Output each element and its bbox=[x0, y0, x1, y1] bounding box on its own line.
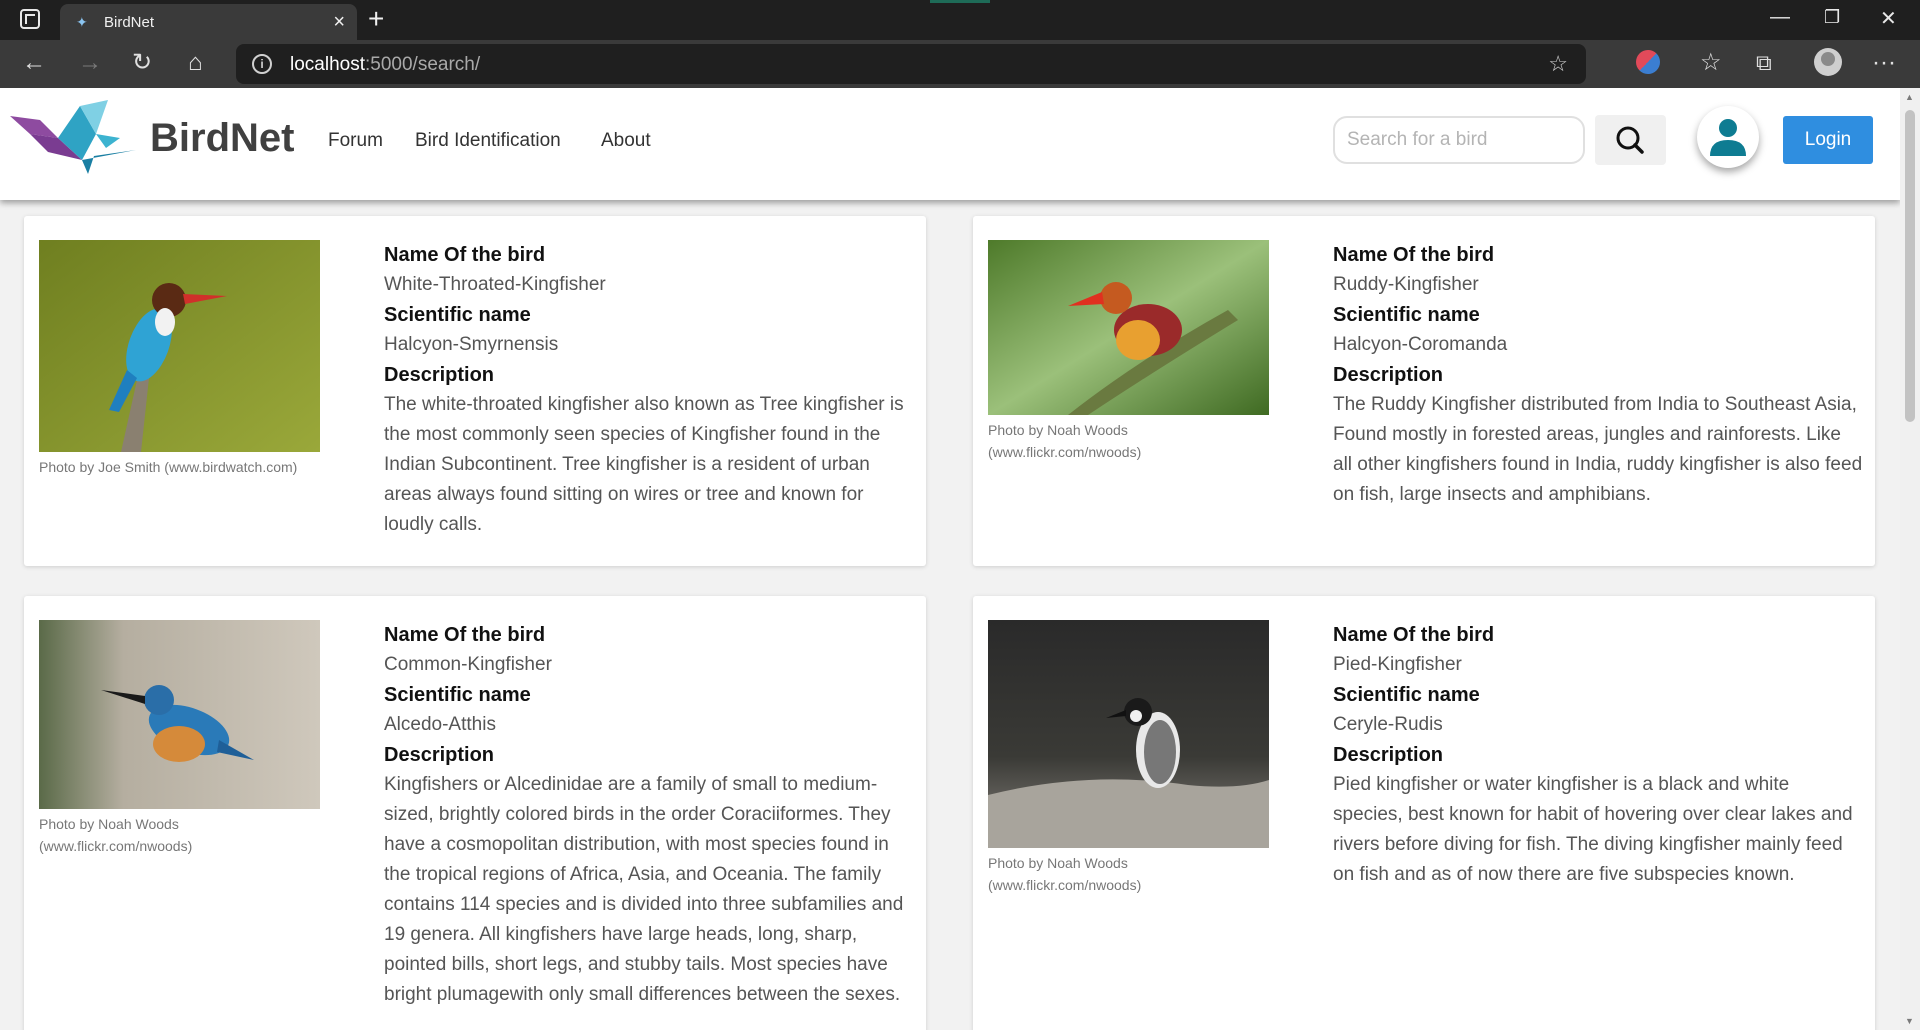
bird-card: Photo by Noah Woods (www.flickr.com/nwoo… bbox=[24, 596, 926, 1030]
scientific-label: Scientific name bbox=[1333, 304, 1480, 326]
user-profile-button[interactable] bbox=[1697, 106, 1759, 168]
name-label: Name Of the bird bbox=[1333, 624, 1495, 646]
browser-tab[interactable]: ✦ BirdNet × bbox=[60, 4, 357, 40]
name-label: Name Of the bird bbox=[384, 624, 546, 646]
bird-description: The white-throated kingfisher also known… bbox=[384, 394, 904, 535]
new-tab-icon[interactable]: + bbox=[368, 4, 384, 34]
tab-accent bbox=[930, 0, 990, 3]
bird-name: Pied-Kingfisher bbox=[1333, 654, 1462, 675]
bird-description: Pied kingfisher or water kingfisher is a… bbox=[1333, 774, 1853, 885]
user-icon bbox=[1710, 119, 1746, 156]
tab-actions-icon[interactable] bbox=[20, 9, 40, 29]
add-favorite-icon[interactable]: ☆ bbox=[1548, 51, 1568, 77]
scientific-label: Scientific name bbox=[384, 304, 531, 326]
nav-bird-identification[interactable]: Bird Identification bbox=[415, 130, 561, 152]
nav-about[interactable]: About bbox=[601, 130, 651, 152]
description-label: Description bbox=[384, 744, 495, 766]
photo-credit: Photo by Noah Woods (www.flickr.com/nwoo… bbox=[988, 422, 1142, 460]
refresh-icon[interactable]: ↻ bbox=[132, 48, 152, 78]
scientific-label: Scientific name bbox=[1333, 684, 1480, 706]
photo-credit: Photo by Noah Woods (www.flickr.com/nwoo… bbox=[988, 855, 1142, 893]
description-label: Description bbox=[1333, 364, 1444, 386]
bird-photo[interactable] bbox=[988, 620, 1269, 848]
site-info-icon[interactable]: i bbox=[252, 54, 272, 74]
close-window-icon[interactable]: ✕ bbox=[1880, 6, 1897, 31]
bird-card: Photo by Noah Woods (www.flickr.com/nwoo… bbox=[973, 216, 1875, 566]
page-viewport: BirdNet Forum Bird Identification About … bbox=[0, 88, 1900, 1030]
bird-description: The Ruddy Kingfisher distributed from In… bbox=[1333, 394, 1863, 505]
bird-card: Photo by Joe Smith (www.birdwatch.com) N… bbox=[24, 216, 926, 566]
favorites-icon[interactable]: ☆ bbox=[1700, 48, 1722, 78]
site-header: BirdNet Forum Bird Identification About … bbox=[0, 88, 1900, 200]
birdnet-logo-icon[interactable] bbox=[10, 98, 136, 174]
scroll-up-icon[interactable]: ▲ bbox=[1905, 92, 1914, 102]
nav-forum[interactable]: Forum bbox=[328, 130, 383, 152]
scroll-down-icon[interactable]: ▼ bbox=[1905, 1016, 1914, 1026]
bird-name: Ruddy-Kingfisher bbox=[1333, 274, 1479, 295]
bird-card: Photo by Noah Woods (www.flickr.com/nwoo… bbox=[973, 596, 1875, 1030]
url-host: localhost bbox=[290, 54, 365, 75]
description-label: Description bbox=[384, 364, 495, 386]
bird-name: White-Throated-Kingfisher bbox=[384, 274, 606, 295]
extension-icon[interactable] bbox=[1636, 50, 1660, 74]
search-button[interactable] bbox=[1595, 115, 1666, 165]
bird-photo[interactable] bbox=[988, 240, 1269, 415]
more-icon[interactable]: ··· bbox=[1872, 48, 1896, 78]
login-button[interactable]: Login bbox=[1783, 116, 1873, 164]
page-scrollbar[interactable]: ▲ ▼ bbox=[1900, 88, 1920, 1030]
scientific-name: Alcedo-Atthis bbox=[384, 714, 496, 735]
browser-toolbar: ← → ↻ ⌂ i localhost:5000/search/ ☆ ☆ ⧉ ·… bbox=[0, 40, 1920, 88]
minimize-icon[interactable]: — bbox=[1770, 6, 1790, 29]
scientific-name: Halcyon-Smyrnensis bbox=[384, 334, 559, 355]
bird-info: Name Of the bird White-Throated-Kingfish… bbox=[384, 240, 914, 540]
tab-title: BirdNet bbox=[104, 14, 155, 31]
home-icon[interactable]: ⌂ bbox=[188, 48, 203, 78]
collections-icon[interactable]: ⧉ bbox=[1756, 48, 1772, 78]
name-label: Name Of the bird bbox=[384, 244, 546, 266]
address-bar[interactable]: i localhost:5000/search/ ☆ bbox=[236, 44, 1586, 84]
search-input[interactable] bbox=[1333, 116, 1585, 164]
bird-info: Name Of the bird Common-Kingfisher Scien… bbox=[384, 620, 914, 1010]
back-icon[interactable]: ← bbox=[22, 48, 46, 78]
brand-name[interactable]: BirdNet bbox=[150, 116, 294, 161]
bird-name: Common-Kingfisher bbox=[384, 654, 552, 675]
bird-photo[interactable] bbox=[39, 240, 320, 452]
scientific-name: Ceryle-Rudis bbox=[1333, 714, 1443, 735]
browser-tabstrip: ✦ BirdNet × + — ❐ ✕ bbox=[0, 0, 1920, 40]
bird-info: Name Of the bird Pied-Kingfisher Scienti… bbox=[1333, 620, 1863, 890]
photo-credit: Photo by Noah Woods (www.flickr.com/nwoo… bbox=[39, 816, 193, 854]
name-label: Name Of the bird bbox=[1333, 244, 1495, 266]
search-icon bbox=[1616, 126, 1644, 154]
scientific-name: Halcyon-Coromanda bbox=[1333, 334, 1508, 355]
bird-description: Kingfishers or Alcedinidae are a family … bbox=[384, 774, 904, 1005]
description-label: Description bbox=[1333, 744, 1444, 766]
browser-profile-icon[interactable] bbox=[1814, 48, 1842, 76]
url-text: localhost:5000/search/ bbox=[290, 54, 480, 76]
bird-info: Name Of the bird Ruddy-Kingfisher Scient… bbox=[1333, 240, 1863, 510]
url-path: :5000/search/ bbox=[365, 54, 481, 75]
photo-credit: Photo by Joe Smith (www.birdwatch.com) bbox=[39, 459, 298, 475]
forward-icon[interactable]: → bbox=[78, 48, 102, 78]
restore-icon[interactable]: ❐ bbox=[1824, 7, 1840, 28]
scroll-thumb[interactable] bbox=[1905, 110, 1915, 422]
bird-photo[interactable] bbox=[39, 620, 320, 809]
scientific-label: Scientific name bbox=[384, 684, 531, 706]
close-tab-icon[interactable]: × bbox=[333, 11, 345, 34]
bird-favicon-icon: ✦ bbox=[76, 14, 88, 30]
